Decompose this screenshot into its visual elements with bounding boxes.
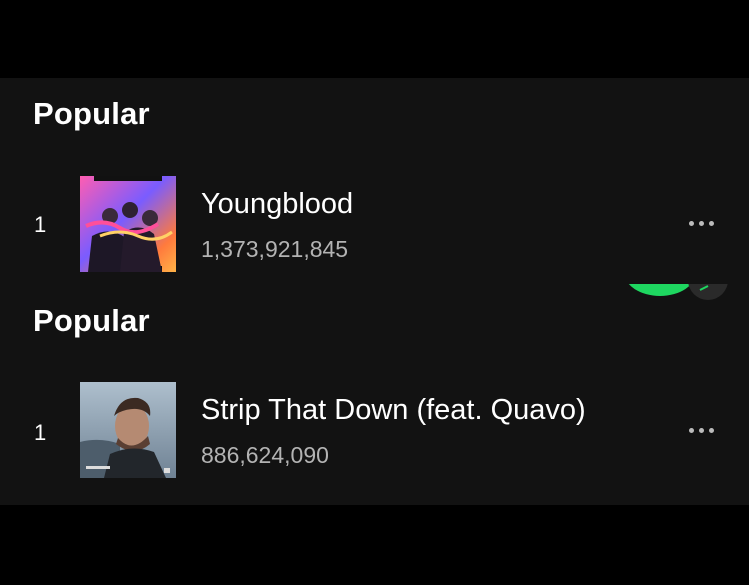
track-play-count: 1,373,921,845	[201, 236, 349, 262]
more-options-icon[interactable]	[680, 211, 722, 235]
dot	[688, 427, 694, 433]
track-play-count: 886,624,090	[201, 442, 329, 468]
section-title-popular: Popular	[33, 96, 150, 131]
floating-buttons	[620, 248, 740, 314]
album-art-strip-that-down	[80, 382, 176, 478]
dot	[698, 220, 704, 226]
section-title-popular: Popular	[33, 303, 150, 338]
track-number: 1	[34, 420, 47, 445]
artist-popular-panel: Popular 1 Youngblood 1,373,921,845 Popul…	[0, 78, 749, 505]
play-button-icon	[624, 248, 696, 296]
dot	[698, 427, 704, 433]
dot	[708, 427, 714, 433]
album-art-youngblood	[80, 176, 176, 272]
track-title: Youngblood	[201, 188, 354, 220]
more-options-icon[interactable]	[680, 418, 722, 442]
track-number: 1	[34, 212, 47, 237]
dot	[708, 220, 714, 226]
track-title: Strip That Down (feat. Quavo)	[201, 394, 586, 426]
dot	[688, 220, 694, 226]
